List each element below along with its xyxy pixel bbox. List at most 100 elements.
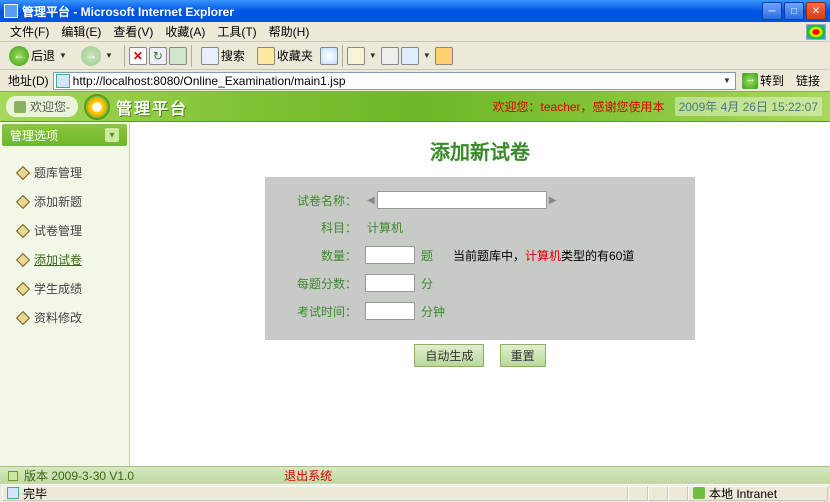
label-count: 数量： [275,247,365,264]
bullet-icon [16,194,30,208]
search-icon [201,47,219,65]
sidebar-item-label: 添加试卷 [34,251,82,268]
time-unit: 分钟 [419,303,445,320]
go-button[interactable]: 转到 [736,72,790,89]
brand-title: 管理平台 [116,95,188,119]
count-unit: 题 [419,247,433,264]
edit-icon[interactable] [401,47,419,65]
chevron-down-icon: ▼ [103,51,115,60]
forward-icon [81,46,101,66]
forward-button[interactable]: ▼ [76,43,120,69]
chevron-down-icon: ▼ [57,51,69,60]
app-icon [4,4,18,18]
caret-left-icon: ◀ [365,195,377,206]
separator [342,45,343,67]
back-icon [9,46,29,66]
chevron-down-icon[interactable]: ▼ [421,51,433,60]
label-name: 试卷名称： [275,192,365,209]
menu-tools[interactable]: 工具(T) [211,21,262,42]
chevron-down-icon[interactable]: ▼ [367,51,379,60]
favorites-label: 收藏夹 [277,47,313,64]
sidebar-item-label: 试卷管理 [34,222,82,239]
clock: 2009年 4月 26日 15:22:07 [675,97,822,116]
bullet-icon [16,165,30,179]
version-label: 版本 2009-3-30 V1.0 [24,467,134,484]
page-icon [7,487,19,499]
sidebar-header[interactable]: 管理选项 ▾ [2,124,127,146]
form-panel: 试卷名称： ◀ ▶ 科目： 计算机 数量： 题 当前题库中，计算机类型的有60道… [265,177,695,340]
count-input[interactable] [365,246,415,264]
form-buttons: 自动生成 重置 [130,344,830,367]
menu-file[interactable]: 文件(F) [4,21,55,42]
links-label[interactable]: 链接 [790,72,826,89]
status-cell [648,486,668,501]
menu-view[interactable]: 查看(V) [107,21,159,42]
menu-favorites[interactable]: 收藏(A) [159,21,211,42]
windows-flag-icon [806,24,826,40]
mail-icon[interactable] [347,47,365,65]
subject-value: 计算机 [365,219,403,236]
toolbar: 后退 ▼ ▼ ✕ ↻ 搜索 收藏夹 ▼ ▼ [0,42,830,70]
sidebar-item-edit-info[interactable]: 资料修改 [18,303,129,332]
go-label: 转到 [760,72,784,89]
print-icon[interactable] [381,47,399,65]
close-button[interactable]: ✕ [806,2,826,20]
status-cell [668,486,688,501]
window-titlebar: 管理平台 - Microsoft Internet Explorer ─ □ ✕ [0,0,830,22]
count-hint: 当前题库中，计算机类型的有60道 [453,247,634,264]
go-icon [742,73,758,89]
refresh-icon[interactable]: ↻ [149,47,167,65]
label-time: 考试时间： [275,303,365,320]
menu-edit[interactable]: 编辑(E) [55,21,107,42]
bullet-icon [16,281,30,295]
status-cell [628,486,648,501]
app-banner: 欢迎您- 管理平台 欢迎您：teacher，感谢您使用本 2009年 4月 26… [0,92,830,122]
content: 添加新试卷 试卷名称： ◀ ▶ 科目： 计算机 数量： 题 当前题库中，计算机类… [130,122,830,466]
search-label: 搜索 [221,47,245,64]
body: 管理选项 ▾ 题库管理 添加新题 试卷管理 添加试卷 学生成绩 资料修改 添加新… [0,122,830,466]
paper-name-input[interactable] [377,191,547,209]
security-zone: 本地 Intranet [688,486,828,501]
status-bar: 完毕 本地 Intranet [0,484,830,501]
sidebar-item-student-score[interactable]: 学生成绩 [18,274,129,303]
collapse-icon[interactable]: ▾ [105,128,119,142]
maximize-button[interactable]: □ [784,2,804,20]
bullet-icon [16,310,30,324]
back-button[interactable]: 后退 ▼ [4,43,74,69]
sidebar: 管理选项 ▾ 题库管理 添加新题 试卷管理 添加试卷 学生成绩 资料修改 [0,122,130,466]
time-input[interactable] [365,302,415,320]
home-icon[interactable] [169,47,187,65]
history-icon[interactable] [320,47,338,65]
window-title: 管理平台 - Microsoft Internet Explorer [22,3,762,20]
address-bar: 地址(D) http://localhost:8080/Online_Exami… [0,70,830,92]
menu-help[interactable]: 帮助(H) [263,21,316,42]
brand-logo-icon [84,94,110,120]
minimize-button[interactable]: ─ [762,2,782,20]
sidebar-item-add-question[interactable]: 添加新题 [18,187,129,216]
url-text: http://localhost:8080/Online_Examination… [73,74,721,88]
logout-link[interactable]: 退出系统 [284,467,332,484]
favorites-button[interactable]: 收藏夹 [252,44,318,68]
sidebar-item-paper-manage[interactable]: 试卷管理 [18,216,129,245]
stop-icon[interactable]: ✕ [129,47,147,65]
label-subject: 科目： [275,219,365,236]
generate-button[interactable]: 自动生成 [414,344,484,367]
nav-list: 题库管理 添加新题 试卷管理 添加试卷 学生成绩 资料修改 [0,148,129,332]
user-icon [14,101,26,113]
welcome-text: 欢迎您- [30,98,70,115]
star-icon [257,47,275,65]
search-button[interactable]: 搜索 [196,44,250,68]
reset-button[interactable]: 重置 [500,344,546,367]
bullet-icon [16,252,30,266]
score-input[interactable] [365,274,415,292]
welcome-badge: 欢迎您- [6,96,78,117]
sidebar-item-add-paper[interactable]: 添加试卷 [18,245,129,274]
status-text: 完毕 [2,486,628,501]
expand-icon[interactable] [8,471,18,481]
separator [124,45,125,67]
sidebar-item-question-bank[interactable]: 题库管理 [18,158,129,187]
messenger-icon[interactable] [435,47,453,65]
chevron-down-icon[interactable]: ▼ [721,76,733,85]
user-greeting: 欢迎您：teacher，感谢您使用本 [493,98,665,115]
url-field[interactable]: http://localhost:8080/Online_Examination… [53,72,736,90]
